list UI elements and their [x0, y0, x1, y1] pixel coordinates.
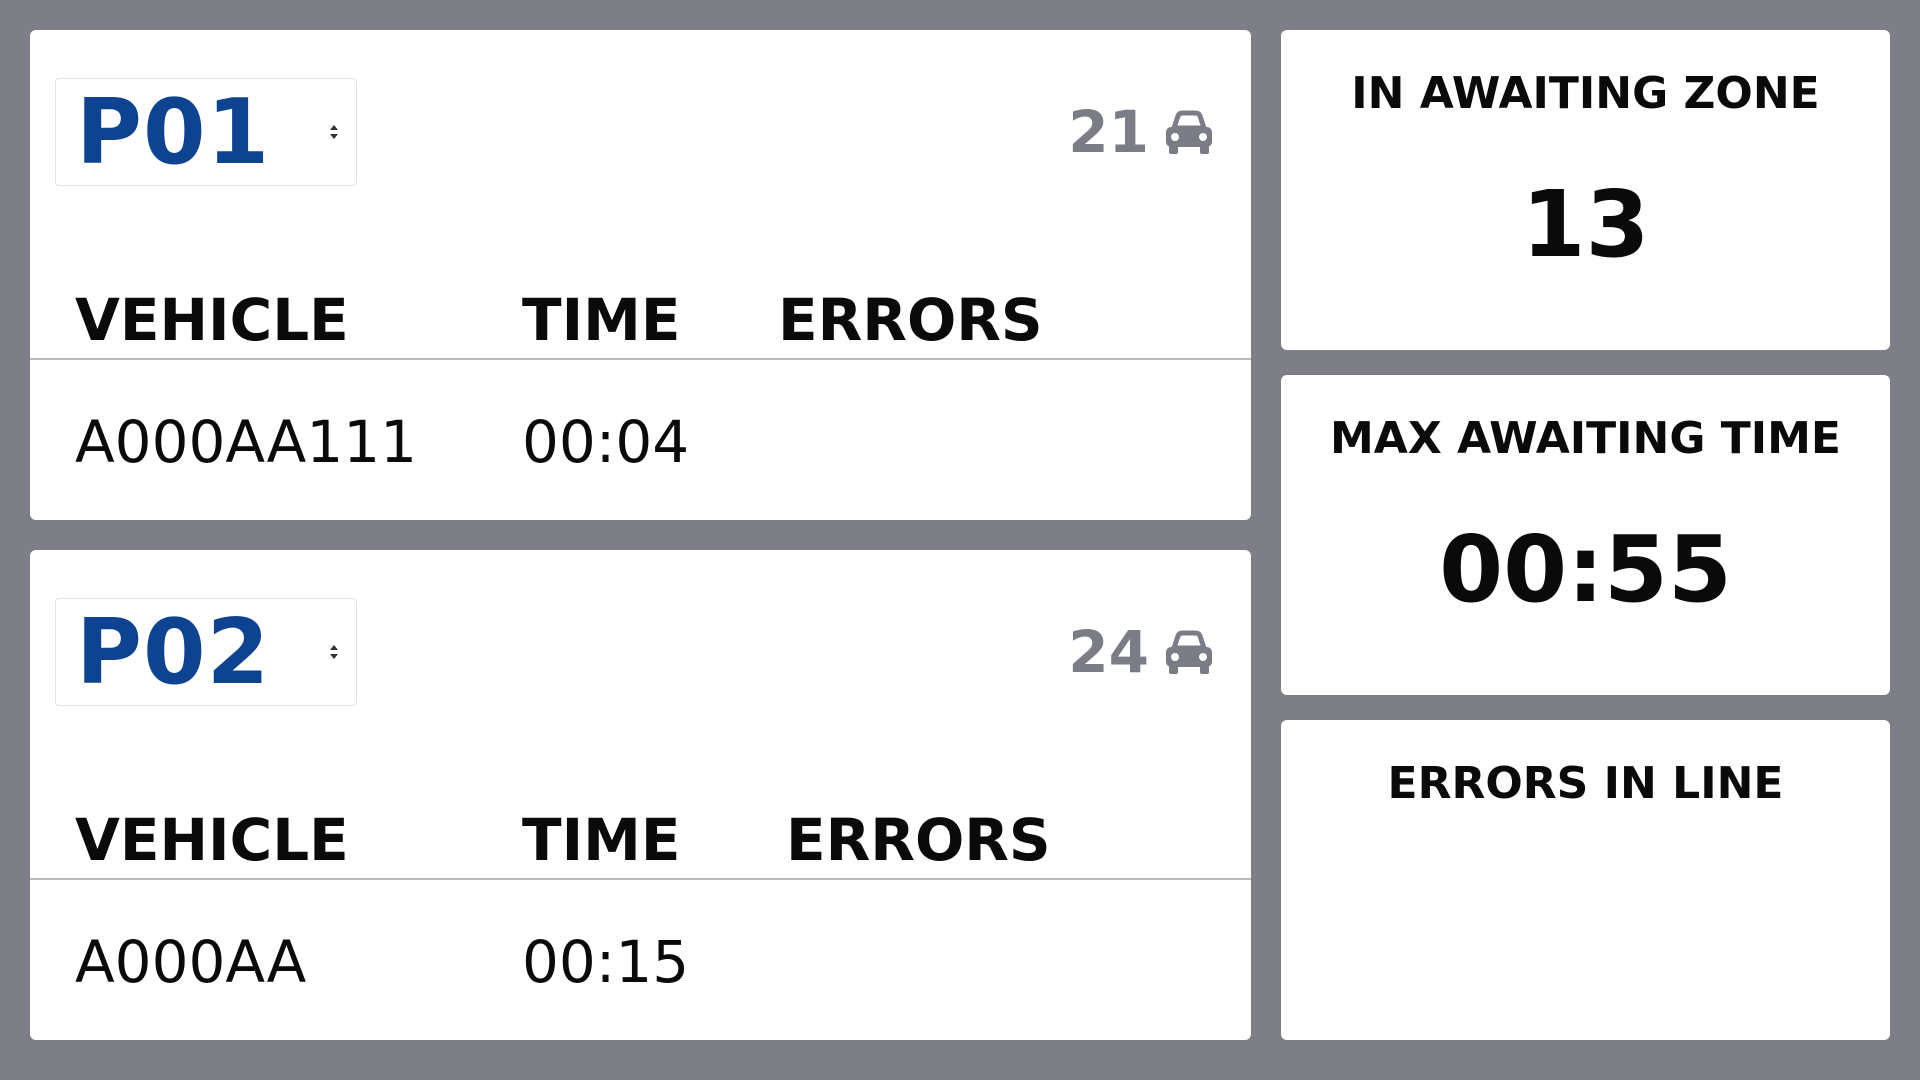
vehicle-count-value: 24 — [1068, 618, 1149, 686]
car-icon — [1166, 110, 1212, 154]
max-awaiting-time-label: MAX AWAITING TIME — [1329, 413, 1841, 464]
max-awaiting-time-value: 00:55 — [1439, 516, 1732, 623]
table-row: A000AA111 00:04 — [30, 410, 1251, 490]
vehicle-count: 21 — [1068, 102, 1215, 162]
lane-selector-value: P01 — [76, 80, 271, 185]
table-row: A000AA 00:15 — [30, 930, 1251, 1010]
column-header-vehicle: VEHICLE — [75, 286, 349, 354]
vehicle-count-value: 21 — [1068, 98, 1149, 166]
max-awaiting-time-panel: MAX AWAITING TIME 00:55 — [1281, 375, 1890, 695]
time-cell: 00:15 — [522, 928, 690, 996]
column-header-time: TIME — [522, 806, 681, 874]
lane-panel-p01: P01 21 VEHICLE TIME ERRORS A000AA111 00:… — [30, 30, 1251, 520]
column-header-vehicle: VEHICLE — [75, 806, 349, 874]
awaiting-zone-panel: IN AWAITING ZONE 13 — [1281, 30, 1890, 350]
column-header-errors: ERRORS — [786, 806, 1051, 874]
errors-in-line-panel: ERRORS IN LINE — [1281, 720, 1890, 1040]
vehicle-count: 24 — [1068, 622, 1215, 682]
sort-arrows-icon — [330, 645, 338, 659]
vehicle-cell: A000AA111 — [75, 408, 418, 476]
awaiting-zone-label: IN AWAITING ZONE — [1351, 68, 1820, 119]
lane-selector-value: P02 — [76, 600, 271, 705]
table-header: VEHICLE TIME ERRORS — [30, 778, 1251, 880]
lane-panel-p02: P02 24 VEHICLE TIME ERRORS A000AA 00:15 — [30, 550, 1251, 1040]
time-cell: 00:04 — [522, 408, 690, 476]
car-icon — [1166, 630, 1212, 674]
vehicle-cell: A000AA — [75, 928, 307, 996]
lane-selector[interactable]: P02 — [55, 598, 357, 706]
awaiting-zone-value: 13 — [1521, 171, 1650, 278]
table-header: VEHICLE TIME ERRORS — [30, 258, 1251, 360]
errors-in-line-label: ERRORS IN LINE — [1387, 758, 1784, 809]
sort-arrows-icon — [330, 125, 338, 139]
lane-selector[interactable]: P01 — [55, 78, 357, 186]
column-header-time: TIME — [522, 286, 681, 354]
column-header-errors: ERRORS — [778, 286, 1043, 354]
